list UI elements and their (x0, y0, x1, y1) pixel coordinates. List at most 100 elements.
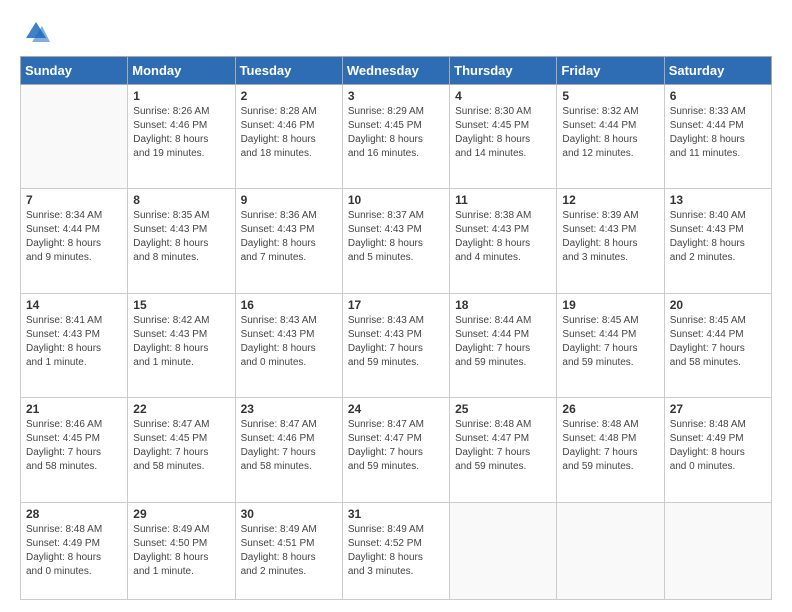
day-info: Sunrise: 8:43 AMSunset: 4:43 PMDaylight:… (348, 314, 444, 370)
day-info: Sunrise: 8:48 AMSunset: 4:47 PMDaylight:… (455, 418, 551, 474)
day-info: Sunrise: 8:49 AMSunset: 4:50 PMDaylight:… (133, 523, 229, 579)
day-number: 28 (26, 507, 122, 521)
calendar-cell: 21 Sunrise: 8:46 AMSunset: 4:45 PMDayligh… (21, 398, 128, 502)
day-number: 29 (133, 507, 229, 521)
calendar-cell (450, 502, 557, 599)
calendar-cell: 8 Sunrise: 8:35 AMSunset: 4:43 PMDaylight… (128, 189, 235, 293)
calendar-cell: 1 Sunrise: 8:26 AMSunset: 4:46 PMDaylight… (128, 85, 235, 189)
calendar-cell: 20 Sunrise: 8:45 AMSunset: 4:44 PMDayligh… (664, 293, 771, 397)
day-number: 21 (26, 402, 122, 416)
week-row-4: 28 Sunrise: 8:48 AMSunset: 4:49 PMDayligh… (21, 502, 772, 599)
day-info: Sunrise: 8:32 AMSunset: 4:44 PMDaylight:… (562, 105, 658, 161)
weekday-header-thursday: Thursday (450, 57, 557, 85)
day-info: Sunrise: 8:36 AMSunset: 4:43 PMDaylight:… (241, 209, 337, 265)
day-number: 27 (670, 402, 766, 416)
day-number: 1 (133, 89, 229, 103)
calendar-cell: 27Sunrise: 8:48 AMSunset: 4:49 PMDayligh… (664, 398, 771, 502)
day-number: 18 (455, 298, 551, 312)
week-row-3: 21 Sunrise: 8:46 AMSunset: 4:45 PMDayligh… (21, 398, 772, 502)
day-info: Sunrise: 8:39 AMSunset: 4:43 PMDaylight:… (562, 209, 658, 265)
calendar-cell: 30Sunrise: 8:49 AMSunset: 4:51 PMDayligh… (235, 502, 342, 599)
calendar-cell: 28 Sunrise: 8:48 AMSunset: 4:49 PMDayligh… (21, 502, 128, 599)
calendar-cell: 13Sunrise: 8:40 AMSunset: 4:43 PMDayligh… (664, 189, 771, 293)
calendar-cell: 16 Sunrise: 8:43 AMSunset: 4:43 PMDayligh… (235, 293, 342, 397)
weekday-header-friday: Friday (557, 57, 664, 85)
calendar-cell: 10Sunrise: 8:37 AMSunset: 4:43 PMDayligh… (342, 189, 449, 293)
day-info: Sunrise: 8:43 AMSunset: 4:43 PMDaylight:… (241, 314, 337, 370)
calendar-cell: 7 Sunrise: 8:34 AMSunset: 4:44 PMDaylight… (21, 189, 128, 293)
day-number: 5 (562, 89, 658, 103)
header (20, 18, 772, 46)
calendar-cell (557, 502, 664, 599)
day-info: Sunrise: 8:38 AMSunset: 4:43 PMDaylight:… (455, 209, 551, 265)
day-number: 22 (133, 402, 229, 416)
calendar-cell: 3 Sunrise: 8:29 AMSunset: 4:45 PMDaylight… (342, 85, 449, 189)
day-number: 19 (562, 298, 658, 312)
day-number: 16 (241, 298, 337, 312)
day-info: Sunrise: 8:48 AMSunset: 4:49 PMDaylight:… (26, 523, 122, 579)
day-number: 14 (26, 298, 122, 312)
logo (20, 18, 50, 46)
calendar-cell: 26 Sunrise: 8:48 AMSunset: 4:48 PMDayligh… (557, 398, 664, 502)
calendar-cell: 18 Sunrise: 8:44 AMSunset: 4:44 PMDayligh… (450, 293, 557, 397)
calendar-cell: 24 Sunrise: 8:47 AMSunset: 4:47 PMDayligh… (342, 398, 449, 502)
day-number: 26 (562, 402, 658, 416)
calendar-cell (21, 85, 128, 189)
day-number: 12 (562, 193, 658, 207)
day-info: Sunrise: 8:45 AMSunset: 4:44 PMDaylight:… (562, 314, 658, 370)
day-info: Sunrise: 8:41 AMSunset: 4:43 PMDaylight:… (26, 314, 122, 370)
day-info: Sunrise: 8:29 AMSunset: 4:45 PMDaylight:… (348, 105, 444, 161)
weekday-header-sunday: Sunday (21, 57, 128, 85)
day-info: Sunrise: 8:28 AMSunset: 4:46 PMDaylight:… (241, 105, 337, 161)
calendar-cell: 15 Sunrise: 8:42 AMSunset: 4:43 PMDayligh… (128, 293, 235, 397)
day-number: 13 (670, 193, 766, 207)
day-number: 11 (455, 193, 551, 207)
day-info: Sunrise: 8:35 AMSunset: 4:43 PMDaylight:… (133, 209, 229, 265)
day-info: Sunrise: 8:47 AMSunset: 4:47 PMDaylight:… (348, 418, 444, 474)
calendar-table: SundayMondayTuesdayWednesdayThursdayFrid… (20, 56, 772, 600)
day-info: Sunrise: 8:47 AMSunset: 4:45 PMDaylight:… (133, 418, 229, 474)
page: SundayMondayTuesdayWednesdayThursdayFrid… (0, 0, 792, 612)
day-number: 23 (241, 402, 337, 416)
week-row-0: 1 Sunrise: 8:26 AMSunset: 4:46 PMDaylight… (21, 85, 772, 189)
weekday-header-row: SundayMondayTuesdayWednesdayThursdayFrid… (21, 57, 772, 85)
calendar-cell: 19 Sunrise: 8:45 AMSunset: 4:44 PMDayligh… (557, 293, 664, 397)
weekday-header-tuesday: Tuesday (235, 57, 342, 85)
day-number: 6 (670, 89, 766, 103)
day-info: Sunrise: 8:47 AMSunset: 4:46 PMDaylight:… (241, 418, 337, 474)
logo-icon (22, 18, 50, 46)
day-number: 4 (455, 89, 551, 103)
day-number: 9 (241, 193, 337, 207)
weekday-header-wednesday: Wednesday (342, 57, 449, 85)
calendar-cell: 6 Sunrise: 8:33 AMSunset: 4:44 PMDaylight… (664, 85, 771, 189)
calendar-cell: 22 Sunrise: 8:47 AMSunset: 4:45 PMDayligh… (128, 398, 235, 502)
day-number: 7 (26, 193, 122, 207)
day-info: Sunrise: 8:48 AMSunset: 4:48 PMDaylight:… (562, 418, 658, 474)
day-number: 31 (348, 507, 444, 521)
day-number: 25 (455, 402, 551, 416)
day-info: Sunrise: 8:33 AMSunset: 4:44 PMDaylight:… (670, 105, 766, 161)
day-info: Sunrise: 8:46 AMSunset: 4:45 PMDaylight:… (26, 418, 122, 474)
calendar-cell: 11 Sunrise: 8:38 AMSunset: 4:43 PMDayligh… (450, 189, 557, 293)
week-row-2: 14 Sunrise: 8:41 AMSunset: 4:43 PMDayligh… (21, 293, 772, 397)
day-number: 15 (133, 298, 229, 312)
calendar-cell: 9 Sunrise: 8:36 AMSunset: 4:43 PMDaylight… (235, 189, 342, 293)
calendar-cell (664, 502, 771, 599)
day-info: Sunrise: 8:42 AMSunset: 4:43 PMDaylight:… (133, 314, 229, 370)
day-number: 30 (241, 507, 337, 521)
day-number: 10 (348, 193, 444, 207)
day-info: Sunrise: 8:45 AMSunset: 4:44 PMDaylight:… (670, 314, 766, 370)
calendar-cell: 2 Sunrise: 8:28 AMSunset: 4:46 PMDaylight… (235, 85, 342, 189)
week-row-1: 7 Sunrise: 8:34 AMSunset: 4:44 PMDaylight… (21, 189, 772, 293)
day-info: Sunrise: 8:34 AMSunset: 4:44 PMDaylight:… (26, 209, 122, 265)
day-number: 24 (348, 402, 444, 416)
calendar-cell: 5 Sunrise: 8:32 AMSunset: 4:44 PMDaylight… (557, 85, 664, 189)
calendar-cell: 14 Sunrise: 8:41 AMSunset: 4:43 PMDayligh… (21, 293, 128, 397)
day-info: Sunrise: 8:26 AMSunset: 4:46 PMDaylight:… (133, 105, 229, 161)
day-info: Sunrise: 8:30 AMSunset: 4:45 PMDaylight:… (455, 105, 551, 161)
day-info: Sunrise: 8:44 AMSunset: 4:44 PMDaylight:… (455, 314, 551, 370)
day-number: 8 (133, 193, 229, 207)
day-number: 20 (670, 298, 766, 312)
day-number: 3 (348, 89, 444, 103)
day-number: 2 (241, 89, 337, 103)
